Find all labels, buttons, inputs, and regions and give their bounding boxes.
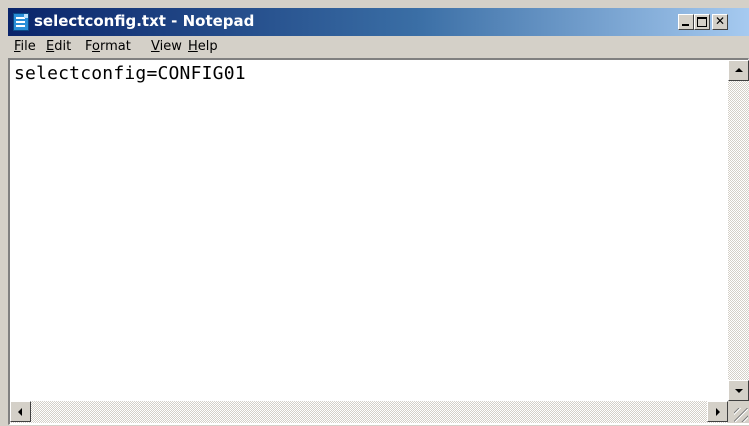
scroll-right-button[interactable]	[707, 401, 728, 422]
menu-bar: File Edit Format View Help	[8, 36, 749, 58]
menu-view[interactable]: View	[151, 39, 182, 54]
text-editor[interactable]: selectconfig=CONFIG01	[10, 60, 728, 401]
left-arrow-icon	[18, 408, 22, 416]
menu-file[interactable]: File	[14, 39, 36, 54]
menu-help[interactable]: Help	[188, 39, 218, 54]
minimize-button[interactable]	[678, 14, 694, 30]
notepad-window: selectconfig.txt - Notepad File Edit For…	[8, 8, 749, 426]
down-arrow-icon	[735, 389, 743, 393]
vertical-scrollbar[interactable]	[728, 60, 749, 401]
horizontal-scrollbar[interactable]	[10, 401, 728, 423]
scroll-down-button[interactable]	[728, 380, 749, 401]
editor-frame: selectconfig=CONFIG01	[8, 58, 749, 425]
up-arrow-icon	[735, 68, 743, 72]
editor-text: selectconfig=CONFIG01	[14, 63, 246, 84]
scroll-up-button[interactable]	[728, 60, 749, 81]
window-title: selectconfig.txt - Notepad	[34, 12, 255, 30]
resize-grip-icon[interactable]	[728, 401, 749, 423]
menu-format[interactable]: Format	[85, 39, 131, 54]
title-bar[interactable]: selectconfig.txt - Notepad	[8, 8, 749, 36]
menu-edit[interactable]: Edit	[46, 39, 71, 54]
notepad-icon[interactable]	[13, 13, 29, 31]
scroll-left-button[interactable]	[10, 401, 31, 422]
right-arrow-icon	[716, 408, 720, 416]
maximize-button[interactable]	[694, 14, 710, 30]
close-button[interactable]	[712, 13, 728, 30]
